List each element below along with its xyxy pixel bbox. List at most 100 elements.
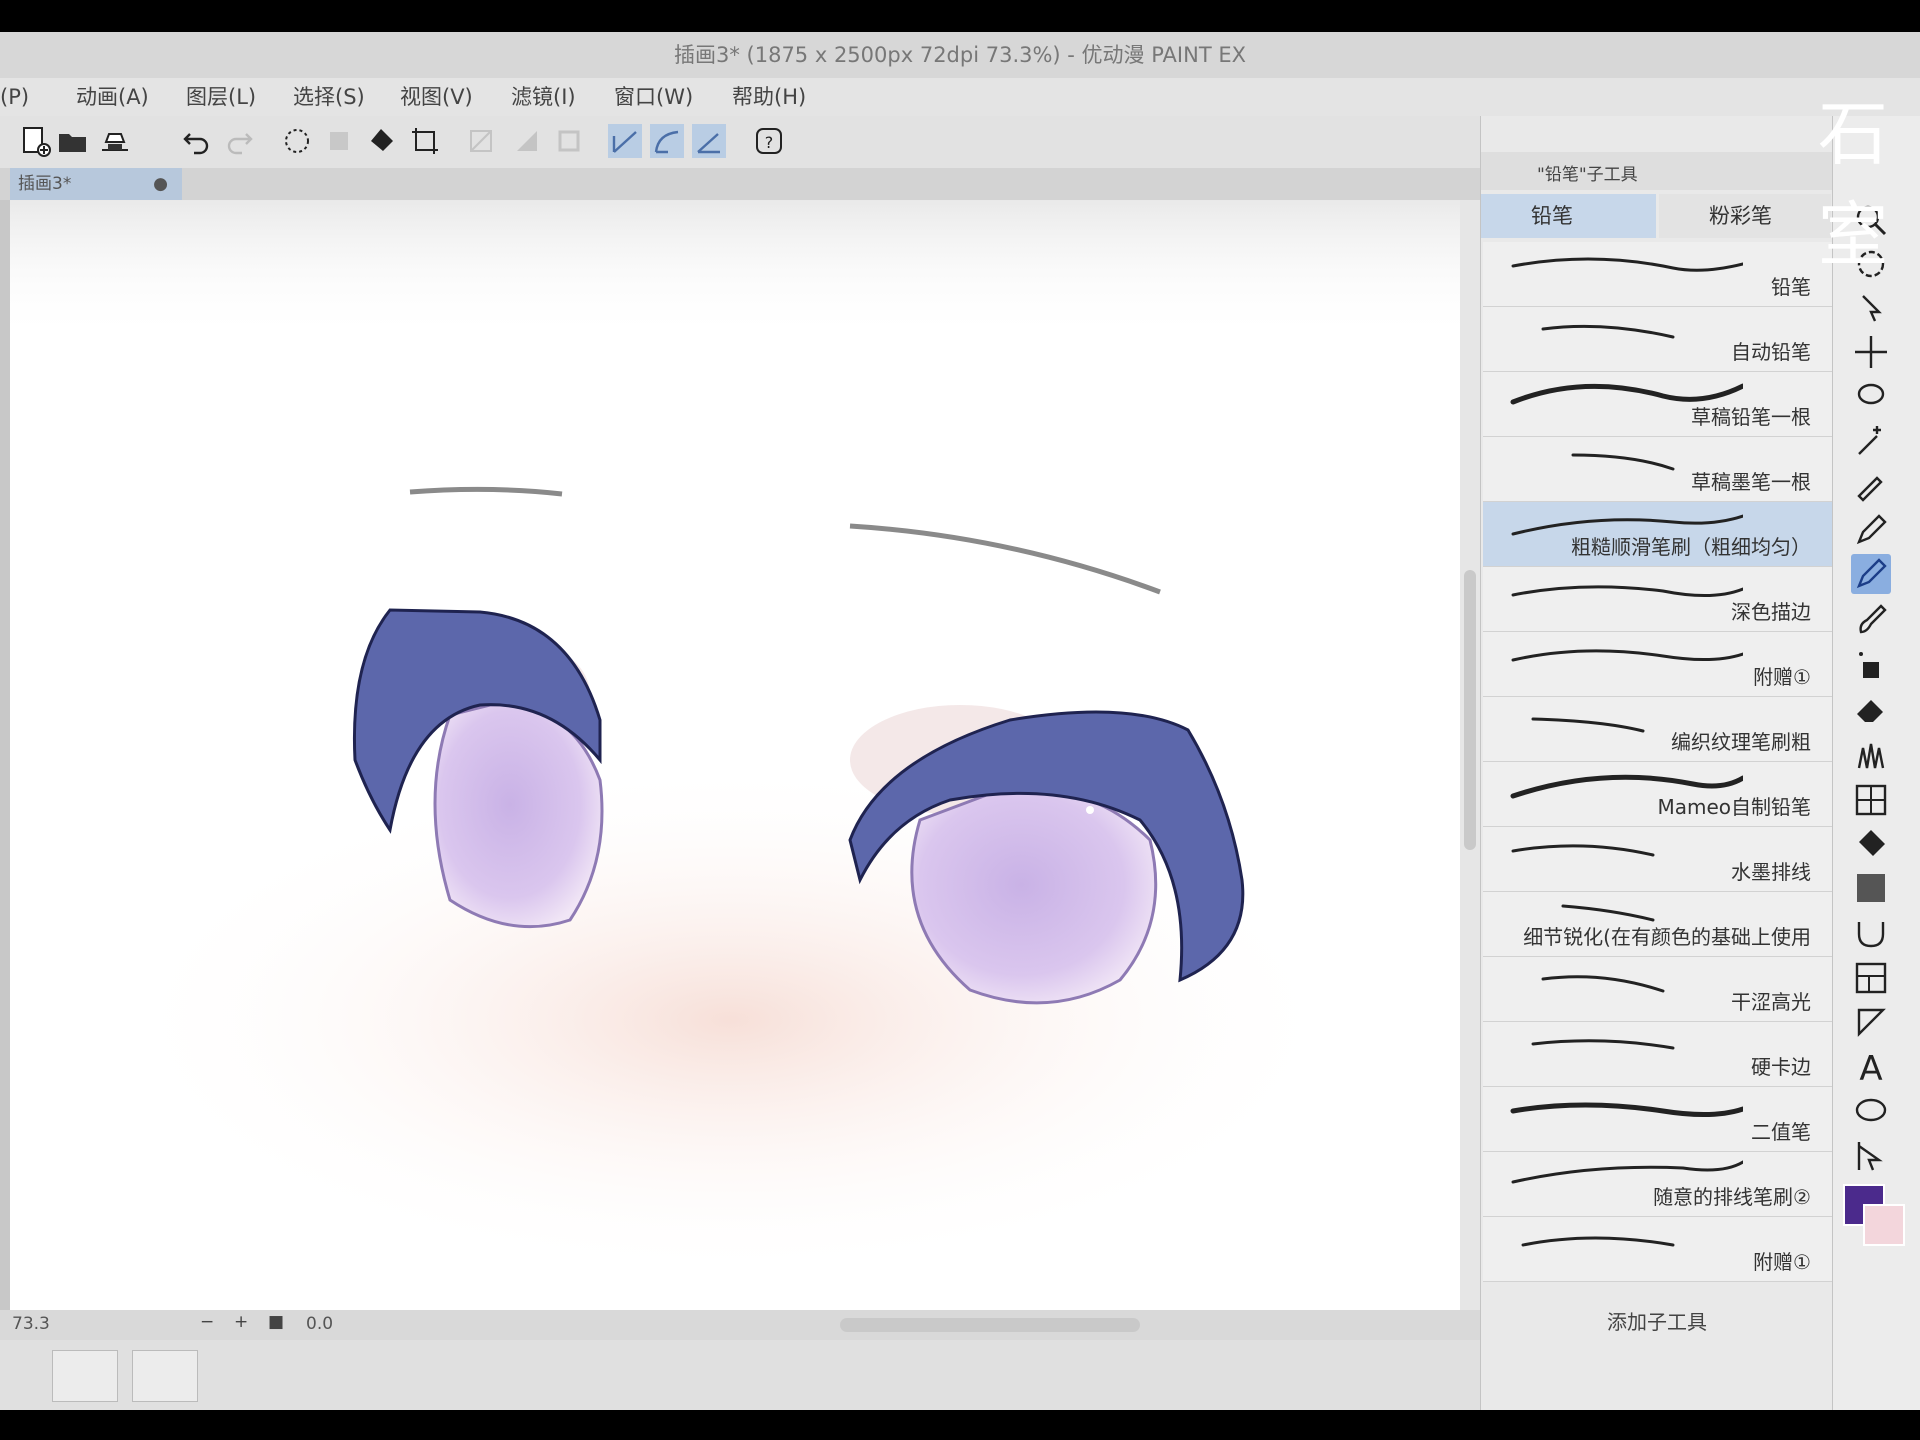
- vertical-scrollbar[interactable]: [1460, 200, 1480, 1310]
- undo-icon[interactable]: [180, 124, 214, 158]
- brush-item-label: 干涩高光: [1731, 990, 1811, 1014]
- navigator-button[interactable]: [132, 1350, 198, 1402]
- figure-tool-icon[interactable]: [1851, 914, 1891, 954]
- save-icon[interactable]: [98, 124, 132, 158]
- document-tab[interactable]: 插画3* ●: [10, 168, 182, 200]
- redo-icon[interactable]: [222, 124, 256, 158]
- crop-icon[interactable]: [408, 124, 442, 158]
- sub-color-swatch[interactable]: [1863, 1204, 1905, 1246]
- command-toolbar: ?: [0, 116, 1480, 169]
- brush-item[interactable]: 细节锐化(在有颜色的基础上使用: [1483, 892, 1833, 957]
- tab-pastel[interactable]: 粉彩笔: [1659, 194, 1831, 238]
- brush-item[interactable]: 干涩高光: [1483, 957, 1833, 1022]
- svg-text:?: ?: [765, 133, 774, 152]
- brush-item[interactable]: 自动铅笔: [1483, 307, 1833, 372]
- brush-item[interactable]: 二值笔: [1483, 1087, 1833, 1152]
- brush-item[interactable]: 硬卡边: [1483, 1022, 1833, 1087]
- zoom-in-button[interactable]: +: [234, 1312, 248, 1332]
- brush-item[interactable]: 铅笔: [1483, 242, 1833, 307]
- watermark: 石室: [1818, 93, 1888, 276]
- brush-item-label: 草稿墨笔一根: [1691, 470, 1811, 494]
- layer-list-button[interactable]: [52, 1350, 118, 1402]
- brush-item[interactable]: 编织纹理笔刷粗: [1483, 697, 1833, 762]
- horizontal-scroll-thumb[interactable]: [840, 1318, 1140, 1332]
- brush-item-label: 粗糙顺滑笔刷（粗细均匀）: [1571, 535, 1811, 559]
- eraser-icon[interactable]: [1851, 690, 1891, 730]
- correction-tool-icon[interactable]: [1851, 1136, 1891, 1176]
- brush-item-label: 深色描边: [1731, 600, 1811, 624]
- zoom-out-button[interactable]: −: [200, 1312, 214, 1332]
- airbrush-icon[interactable]: [1851, 644, 1891, 684]
- status-bar: 73.3 − + ■ 0.0: [0, 1310, 1480, 1340]
- brush-item[interactable]: 随意的排线笔刷②: [1483, 1152, 1833, 1217]
- tab-pastel-label: 粉彩笔: [1709, 204, 1772, 228]
- fit-button[interactable]: ■: [268, 1312, 284, 1332]
- menu-item-help[interactable]: 帮助(H): [732, 78, 806, 116]
- brush-item[interactable]: 附赠①: [1483, 1217, 1833, 1282]
- brush-item[interactable]: 草稿墨笔一根: [1483, 437, 1833, 502]
- drawing-canvas[interactable]: [10, 200, 1460, 1310]
- rotation-value[interactable]: 0.0: [306, 1314, 333, 1334]
- menu-item-view[interactable]: 视图(V): [400, 78, 473, 116]
- disabled-tool-icon-c[interactable]: [552, 124, 586, 158]
- balloon-tool-icon[interactable]: [1851, 1092, 1891, 1132]
- menu-item-print[interactable]: (P): [0, 78, 29, 116]
- pen-tool-icon[interactable]: [1851, 510, 1891, 550]
- brush-item-label: 水墨排线: [1731, 860, 1811, 884]
- brush-item-label: 细节锐化(在有颜色的基础上使用: [1523, 925, 1811, 949]
- menu-item-window[interactable]: 窗口(W): [614, 78, 693, 116]
- help-icon[interactable]: ?: [752, 124, 786, 158]
- add-subtool-label: 添加子工具: [1607, 1310, 1707, 1334]
- pencil-tool-icon[interactable]: [1851, 554, 1891, 594]
- brush-item[interactable]: 粗糙顺滑笔刷（粗细均匀）: [1483, 502, 1833, 567]
- select-all-icon[interactable]: [280, 124, 314, 158]
- menu-item-animation[interactable]: 动画(A): [76, 78, 149, 116]
- open-folder-icon[interactable]: [56, 124, 90, 158]
- zoom-value[interactable]: 73.3: [12, 1314, 50, 1334]
- new-file-icon[interactable]: [18, 124, 52, 158]
- frame-tool-icon[interactable]: [1851, 780, 1891, 820]
- stabilizer-line-icon[interactable]: [608, 124, 642, 158]
- deselect-icon[interactable]: [322, 124, 356, 158]
- line-tool-icon[interactable]: [1851, 1002, 1891, 1042]
- add-subtool-button[interactable]: 添加子工具: [1481, 1306, 1833, 1335]
- fill-tool-icon[interactable]: [1851, 824, 1891, 864]
- brush-item[interactable]: 深色描边: [1483, 567, 1833, 632]
- stabilizer-snap-icon[interactable]: [692, 124, 726, 158]
- lasso-tool-icon[interactable]: [1851, 376, 1891, 416]
- menu-item-layer[interactable]: 图层(L): [186, 78, 256, 116]
- menu-item-filter[interactable]: 滤镜(I): [511, 78, 576, 116]
- brush-item[interactable]: Mameo自制铅笔: [1483, 762, 1833, 827]
- stabilizer-curve-icon[interactable]: [650, 124, 684, 158]
- object-tool-icon[interactable]: [1851, 288, 1891, 328]
- close-dot-icon[interactable]: ●: [153, 168, 168, 200]
- brush-item-label: 硬卡边: [1751, 1055, 1811, 1079]
- window-title: 插画3* (1875 x 2500px 72dpi 73.3%) - 优动漫 P…: [674, 43, 1246, 67]
- text-tool-icon[interactable]: A: [1851, 1046, 1891, 1089]
- disabled-tool-icon-b[interactable]: [510, 124, 544, 158]
- brush-item[interactable]: 水墨排线: [1483, 827, 1833, 892]
- brush-tool-icon[interactable]: [1851, 600, 1891, 640]
- tab-pencil[interactable]: 铅笔: [1481, 194, 1656, 238]
- brush-item[interactable]: 草稿铅笔一根: [1483, 372, 1833, 437]
- brush-stroke-preview: [1541, 324, 1675, 339]
- fill-bucket-icon[interactable]: [364, 124, 398, 158]
- bottom-bar: [0, 1340, 1480, 1410]
- magic-wand-icon[interactable]: [1851, 420, 1891, 460]
- decoration-tool-icon[interactable]: [1851, 734, 1891, 774]
- vertical-scroll-thumb[interactable]: [1464, 570, 1476, 850]
- brush-item-label: 编织纹理笔刷粗: [1671, 730, 1811, 754]
- menu-item-select[interactable]: 选择(S): [293, 78, 365, 116]
- brush-item[interactable]: 附赠①: [1483, 632, 1833, 697]
- move-tool-icon[interactable]: [1851, 332, 1891, 372]
- document-tab-strip: 插画3* ●: [0, 168, 1480, 200]
- tab-pencil-label: 铅笔: [1531, 204, 1573, 228]
- brush-stroke-preview: [1511, 844, 1655, 857]
- eyedropper-icon[interactable]: [1851, 464, 1891, 504]
- disabled-tool-icon-a[interactable]: [464, 124, 498, 158]
- brush-item-label: Mameo自制铅笔: [1657, 795, 1811, 819]
- document-tab-label: 插画3*: [18, 174, 72, 194]
- ruler-tool-icon[interactable]: [1851, 958, 1891, 998]
- gradient-tool-icon[interactable]: [1851, 868, 1891, 908]
- brush-stroke-preview: [1521, 1236, 1675, 1247]
